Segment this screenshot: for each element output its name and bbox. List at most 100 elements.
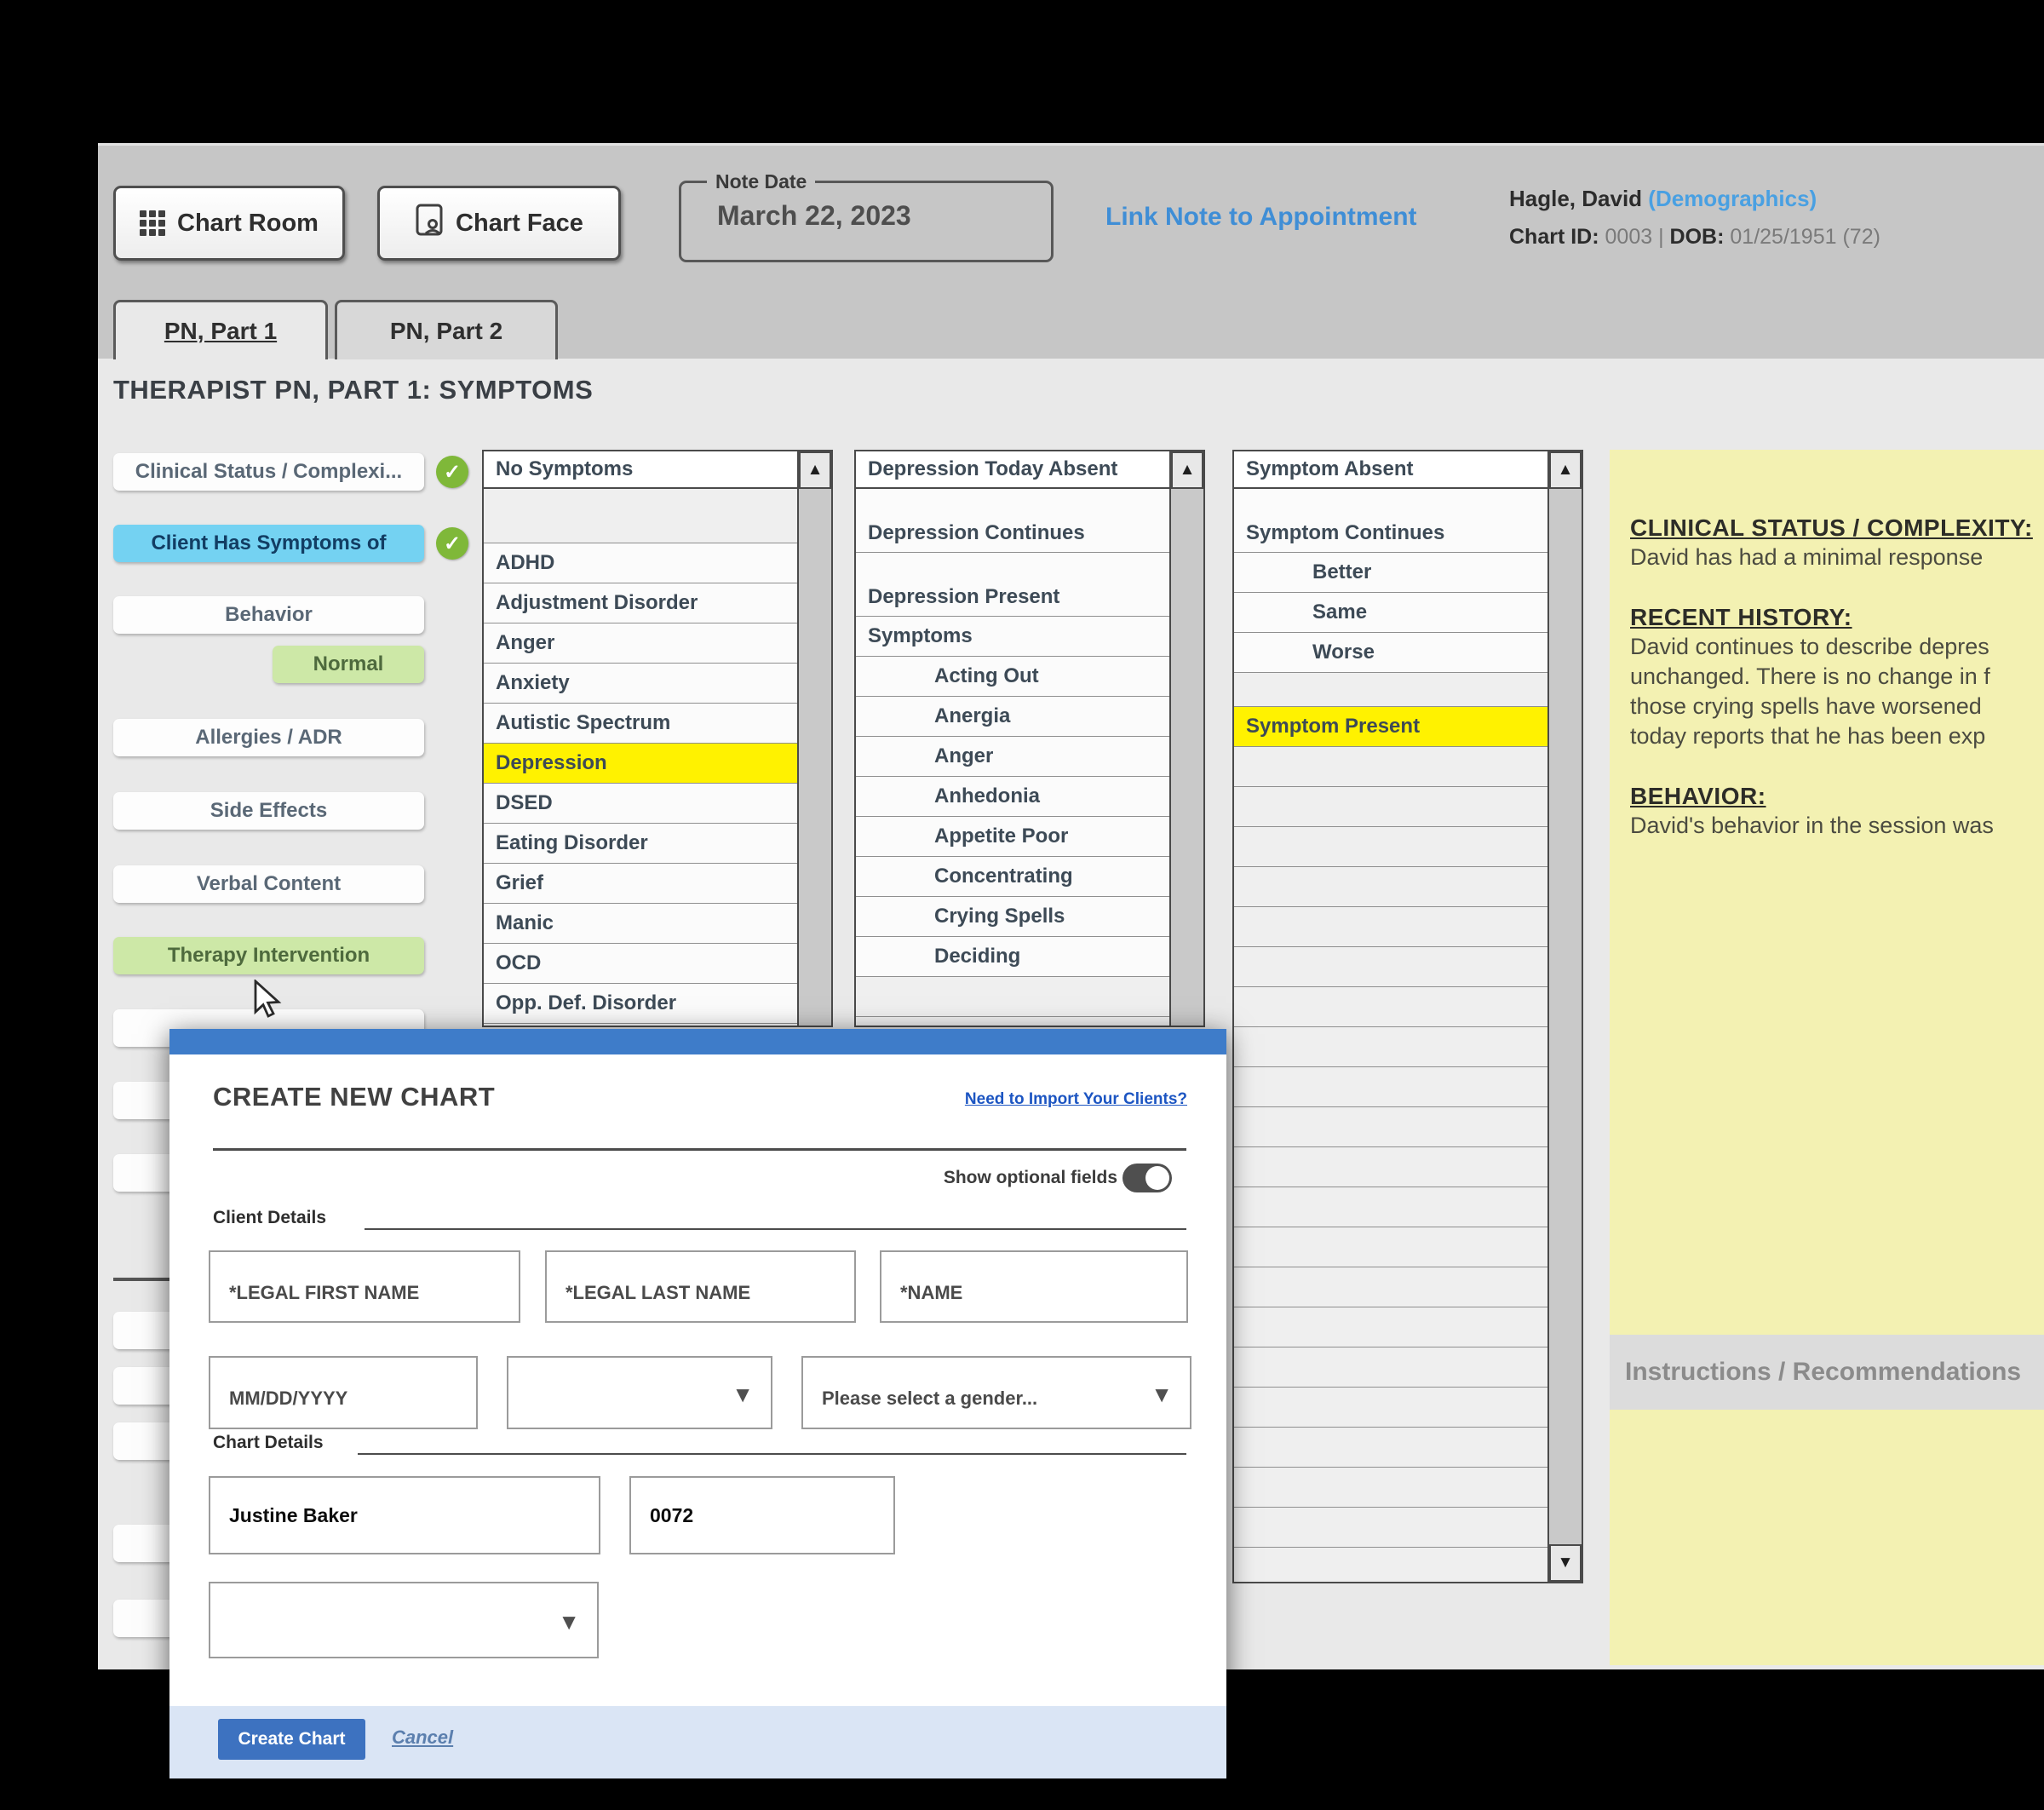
list-item[interactable]: Symptom Present	[1234, 707, 1547, 747]
list-item[interactable]	[856, 977, 1169, 1017]
list-item[interactable]	[1234, 947, 1547, 987]
chart-room-button[interactable]: Chart Room	[113, 186, 345, 261]
list-item[interactable]: Anergia	[856, 697, 1169, 737]
cancel-link[interactable]: Cancel	[392, 1727, 453, 1749]
scroll-down-icon[interactable]: ▼	[1549, 1544, 1582, 1582]
list-item[interactable]: Symptom Continues	[1234, 489, 1547, 553]
list-item[interactable]	[1234, 1428, 1547, 1468]
list-item[interactable]: ADHD	[484, 543, 797, 583]
list-item[interactable]: Symptoms	[856, 617, 1169, 657]
sidebar-button[interactable]: Behavior	[113, 596, 424, 634]
list-item[interactable]: Crying Spells	[856, 897, 1169, 937]
note-text-line: today reports that he has been exp	[1630, 721, 2044, 751]
list-item[interactable]: Same	[1234, 593, 1547, 633]
list-item[interactable]: Eating Disorder	[484, 824, 797, 864]
list-item[interactable]	[1234, 1468, 1547, 1508]
list-item[interactable]: Anxiety	[484, 664, 797, 704]
list-item[interactable]	[1234, 1267, 1547, 1307]
list-item[interactable]: Anhedonia	[856, 777, 1169, 817]
list-item[interactable]: Grief	[484, 864, 797, 904]
list-item[interactable]: Worse	[1234, 633, 1547, 673]
list-item[interactable]: Appetite Poor	[856, 817, 1169, 857]
list-item[interactable]	[1234, 1187, 1547, 1227]
scrollbar[interactable]: ▲▼	[1549, 450, 1583, 1583]
list-item[interactable]	[1234, 747, 1547, 787]
list-item[interactable]: Acting Out	[856, 657, 1169, 697]
list-item[interactable]	[484, 489, 797, 543]
dob-value: 01/25/1951 (72)	[1730, 225, 1880, 249]
list-item[interactable]: Manic	[484, 904, 797, 944]
list-item[interactable]	[1234, 1388, 1547, 1428]
name-input[interactable]: *NAME	[880, 1250, 1188, 1323]
unlabeled-dropdown-2[interactable]: ▼	[209, 1582, 599, 1658]
list-item[interactable]	[1234, 907, 1547, 947]
list-item[interactable]: Deciding	[856, 937, 1169, 977]
note-text-line	[1630, 572, 2044, 602]
tab-pn-part-2[interactable]: PN, Part 2	[335, 300, 558, 359]
scroll-up-icon[interactable]: ▲	[799, 451, 831, 489]
list-item[interactable]	[1234, 987, 1547, 1027]
list-item[interactable]	[856, 1017, 1169, 1027]
legal-last-name-input[interactable]: *LEGAL LAST NAME	[545, 1250, 856, 1323]
list-item[interactable]: Anger	[484, 623, 797, 664]
show-optional-fields-toggle[interactable]	[1122, 1164, 1172, 1192]
create-chart-button[interactable]: Create Chart	[218, 1719, 365, 1760]
list-item[interactable]	[1234, 1027, 1547, 1067]
sidebar-button[interactable]: Client Has Symptoms of	[113, 525, 424, 562]
list-item[interactable]	[1234, 1508, 1547, 1548]
list-item[interactable]: Autistic Spectrum	[484, 704, 797, 744]
scrollbar[interactable]: ▲	[1171, 450, 1205, 1027]
instructions-recommendations-header: Instructions / Recommendations	[1610, 1335, 2044, 1410]
list-item[interactable]: OCD	[484, 944, 797, 984]
list-item[interactable]: Concentrating	[856, 857, 1169, 897]
sidebar-button[interactable]: Allergies / ADR	[113, 719, 424, 756]
list-item[interactable]	[1234, 1307, 1547, 1347]
list-item[interactable]	[1234, 1347, 1547, 1388]
chart-room-label: Chart Room	[177, 210, 319, 238]
note-text-line: David's behavior in the session was	[1630, 811, 2044, 841]
demographics-link[interactable]: (Demographics)	[1648, 186, 1817, 211]
sidebar-button[interactable]: Normal	[273, 646, 424, 683]
list-item[interactable]: Anger	[856, 737, 1169, 777]
list-item[interactable]: Opp. Def. Disorder	[484, 984, 797, 1024]
scroll-up-icon[interactable]: ▲	[1171, 451, 1203, 489]
list-item[interactable]: Better	[1234, 553, 1547, 593]
list-item[interactable]	[1234, 673, 1547, 707]
list-item[interactable]: Depression Continues	[856, 489, 1169, 553]
chart-number-input[interactable]: 0072	[629, 1476, 895, 1554]
note-date-field[interactable]: Note Date March 22, 2023	[679, 170, 1054, 262]
patient-header: Hagle, David (Demographics)	[1509, 186, 1817, 212]
list-item[interactable]	[1234, 1227, 1547, 1267]
link-note-to-appointment[interactable]: Link Note to Appointment	[1105, 203, 1417, 232]
list-item[interactable]	[1234, 867, 1547, 907]
list-item[interactable]: Adjustment Disorder	[484, 583, 797, 623]
separator: |	[1658, 225, 1664, 249]
gender-dropdown[interactable]: Please select a gender...▼	[801, 1356, 1191, 1429]
list-item[interactable]: DSED	[484, 784, 797, 824]
dob-input[interactable]: MM/DD/YYYY	[209, 1356, 478, 1429]
legal-first-name-input[interactable]: *LEGAL FIRST NAME	[209, 1250, 520, 1323]
list-item[interactable]	[1234, 1548, 1547, 1583]
import-clients-link[interactable]: Need to Import Your Clients?	[965, 1090, 1187, 1109]
sidebar-button[interactable]: Verbal Content	[113, 865, 424, 903]
tab-pn-part-1[interactable]: PN, Part 1	[113, 300, 328, 359]
list-item[interactable]	[1234, 1067, 1547, 1107]
list-item[interactable]	[1234, 827, 1547, 867]
note-section-header: RECENT HISTORY:	[1630, 602, 2044, 632]
sidebar-button[interactable]: Side Effects	[113, 792, 424, 830]
scroll-up-icon[interactable]: ▲	[1549, 451, 1582, 489]
sidebar-button[interactable]: Therapy Intervention	[113, 937, 424, 974]
list-item[interactable]: Depression	[484, 744, 797, 784]
unlabeled-dropdown-1[interactable]: ▼	[507, 1356, 772, 1429]
list-item[interactable]	[1234, 1107, 1547, 1147]
list-item[interactable]	[1234, 1147, 1547, 1187]
chart-face-button[interactable]: Chart Face	[377, 186, 621, 261]
list-header: No Symptoms	[484, 451, 797, 489]
clinician-input[interactable]: Justine Baker	[209, 1476, 600, 1554]
list-item[interactable]: Depression Present	[856, 553, 1169, 617]
symptom-list: Symptom AbsentSymptom ContinuesBetterSam…	[1232, 450, 1549, 1583]
sidebar-button[interactable]: Clinical Status / Complexi...	[113, 453, 424, 491]
list-item[interactable]	[1234, 787, 1547, 827]
scrollbar[interactable]: ▲	[799, 450, 833, 1027]
note-lines: CLINICAL STATUS / COMPLEXITY:David has h…	[1610, 450, 2044, 841]
